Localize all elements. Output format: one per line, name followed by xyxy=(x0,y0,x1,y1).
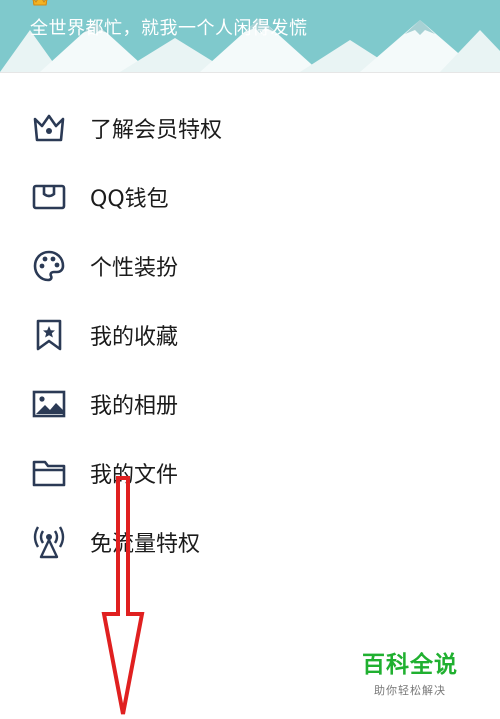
folder-icon xyxy=(32,456,66,490)
crown-badge-icon xyxy=(32,0,48,6)
watermark-logo: 百科全说 助你轻松解决 xyxy=(360,645,460,698)
menu-item-label: 个性装扮 xyxy=(90,255,179,281)
menu-item-label: QQ钱包 xyxy=(90,186,169,212)
crown-icon xyxy=(32,111,66,145)
menu-item-qq-wallet[interactable]: QQ钱包 xyxy=(0,162,500,231)
menu-item-my-favorites[interactable]: 我的收藏 xyxy=(0,300,500,369)
menu-item-free-data[interactable]: 免流量特权 xyxy=(0,507,500,576)
header-divider xyxy=(0,72,500,73)
menu-item-label: 了解会员特权 xyxy=(90,117,223,143)
menu-item-my-files[interactable]: 我的文件 xyxy=(0,438,500,507)
palette-icon xyxy=(32,249,66,283)
down-arrow-annotation xyxy=(101,476,145,715)
wallet-icon xyxy=(32,180,66,214)
menu-item-vip-privileges[interactable]: 了解会员特权 xyxy=(0,93,500,162)
watermark-subtitle: 助你轻松解决 xyxy=(374,684,446,697)
drawer-menu: 了解会员特权 QQ钱包 个性装扮 我的收藏 我的相册 我的文件 免流量特权 xyxy=(0,93,500,576)
signal-tower-icon xyxy=(32,525,66,559)
watermark-title: 百科全说 xyxy=(362,652,458,678)
personal-signature[interactable]: 全世界都忙，就我一个人闲得发慌 xyxy=(30,14,308,40)
profile-header-banner: 全世界都忙，就我一个人闲得发慌 xyxy=(0,0,500,72)
menu-item-label: 我的收藏 xyxy=(90,324,179,350)
image-icon xyxy=(32,387,66,421)
menu-item-personalize[interactable]: 个性装扮 xyxy=(0,231,500,300)
menu-item-label: 我的相册 xyxy=(90,393,179,419)
menu-item-my-album[interactable]: 我的相册 xyxy=(0,369,500,438)
bookmark-star-icon xyxy=(32,318,66,352)
